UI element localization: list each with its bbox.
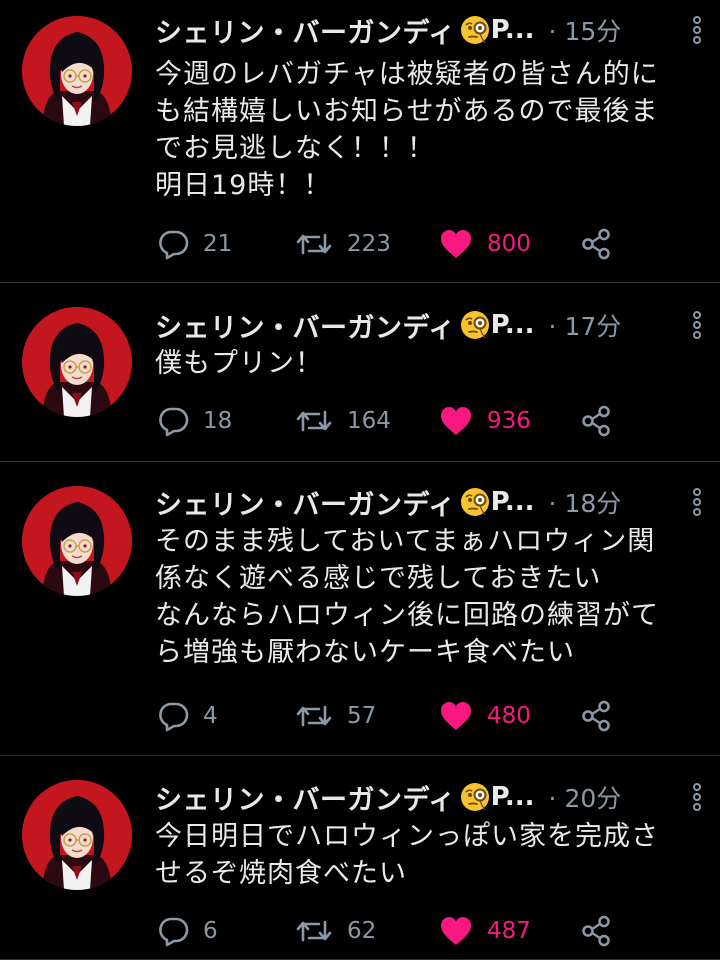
- heart-icon: [441, 702, 471, 730]
- retweet-count: 57: [347, 703, 377, 729]
- tweet-text-line: 明日19時！！: [155, 170, 332, 201]
- tweet[interactable]: シェリン・バーガンディ P... · 18分 そのまま残しておいてまぁハロウィン…: [0, 462, 720, 756]
- share-button[interactable]: [581, 224, 611, 264]
- share-icon: [582, 228, 610, 260]
- tweet-text-line: ら増強も厭わないケーキ食べたい: [155, 637, 575, 668]
- face-with-monocle-emoji: [460, 783, 489, 811]
- share-icon: [582, 405, 610, 437]
- reply-icon: [159, 230, 189, 260]
- reply-count: 21: [203, 231, 233, 257]
- display-name[interactable]: シェリン・バーガンディ: [155, 483, 456, 522]
- retweet-count: 62: [347, 918, 377, 944]
- action-bar: 6 62 487: [157, 911, 617, 951]
- retweet-button[interactable]: 57: [295, 696, 376, 736]
- more-options-icon[interactable]: [690, 781, 704, 813]
- retweet-button[interactable]: 164: [295, 401, 391, 441]
- reply-icon: [159, 407, 189, 437]
- retweet-icon: [296, 705, 332, 727]
- action-bar: 18 164 936: [157, 401, 617, 441]
- avatar[interactable]: [22, 486, 132, 596]
- tweet-text-line: 僕もプリン！: [155, 348, 323, 379]
- like-button[interactable]: 487: [439, 911, 531, 951]
- timestamp[interactable]: · 15分: [549, 12, 622, 48]
- avatar[interactable]: [22, 16, 132, 126]
- more-options-icon[interactable]: [690, 14, 704, 46]
- user-handle[interactable]: P...: [491, 487, 535, 517]
- reply-button[interactable]: 21: [157, 224, 232, 264]
- avatar[interactable]: [22, 307, 132, 417]
- user-handle[interactable]: P...: [491, 310, 535, 340]
- retweet-button[interactable]: 223: [295, 224, 391, 264]
- display-name[interactable]: シェリン・バーガンディ: [155, 11, 456, 50]
- avatar[interactable]: [22, 780, 132, 890]
- user-handle[interactable]: P...: [491, 782, 535, 812]
- reply-count: 18: [203, 408, 233, 434]
- share-button[interactable]: [581, 401, 611, 441]
- reply-button[interactable]: 6: [157, 911, 218, 951]
- tweet[interactable]: シェリン・バーガンディ P... · 20分 今日明日でハロウィンっぽい家を完成…: [0, 756, 720, 960]
- tweet-text: 今週のレバガチャは被疑者の皆さん的に も結構嬉しいお知らせがあるので最後ま でお…: [155, 56, 704, 204]
- like-button[interactable]: 480: [439, 696, 531, 736]
- tweet-text-line: 今週のレバガチャは被疑者の皆さん的に: [155, 59, 659, 90]
- reply-count: 4: [203, 703, 218, 729]
- like-count: 487: [487, 918, 531, 944]
- user-handle[interactable]: P...: [491, 15, 535, 45]
- like-button[interactable]: 936: [439, 401, 531, 441]
- face-with-monocle-emoji: [460, 488, 489, 516]
- timestamp[interactable]: · 18分: [549, 484, 622, 520]
- display-name[interactable]: シェリン・バーガンディ: [155, 778, 456, 817]
- action-bar: 21 223 800: [157, 224, 617, 264]
- face-with-monocle-emoji: [460, 16, 489, 44]
- retweet-count: 164: [347, 408, 391, 434]
- tweet-text-line: でお見逃しなく！！！: [155, 133, 435, 164]
- share-icon: [582, 700, 610, 732]
- retweet-icon: [296, 233, 332, 255]
- tweet[interactable]: シェリン・バーガンディ P... · 15分 今週のレバガチャは被疑者の皆さん的…: [0, 0, 720, 283]
- tweet-text-line: そのまま残しておいてまぁハロウィン関: [155, 526, 656, 557]
- heart-icon: [441, 230, 471, 258]
- retweet-count: 223: [347, 231, 391, 257]
- reply-count: 6: [203, 918, 218, 944]
- reply-button[interactable]: 4: [157, 696, 218, 736]
- heart-icon: [441, 917, 471, 945]
- share-button[interactable]: [581, 696, 611, 736]
- retweet-button[interactable]: 62: [295, 911, 376, 951]
- action-bar: 4 57 480: [157, 696, 617, 736]
- retweet-icon: [296, 410, 332, 432]
- tweet-text-line: 係なく遊べる感じで残しておきたい: [155, 563, 602, 594]
- tweet-text-line: 今日明日でハロウィンっぽい家を完成さ: [155, 821, 659, 852]
- like-count: 936: [487, 408, 531, 434]
- reply-icon: [159, 917, 189, 947]
- like-count: 480: [487, 703, 531, 729]
- timestamp[interactable]: · 17分: [549, 307, 622, 343]
- tweet[interactable]: シェリン・バーガンディ P... · 17分 僕もプリン！ 18 164 936: [0, 283, 720, 462]
- tweet-text-line: なんならハロウィン後に回路の練習がて: [155, 600, 659, 631]
- tweet-text-line: せるぞ焼肉食べたい: [155, 858, 407, 889]
- reply-icon: [159, 702, 189, 732]
- retweet-icon: [296, 920, 332, 942]
- like-button[interactable]: 800: [439, 224, 531, 264]
- tweet-text-line: も結構嬉しいお知らせがあるので最後ま: [155, 96, 659, 127]
- timestamp[interactable]: · 20分: [549, 779, 622, 815]
- more-options-icon[interactable]: [690, 486, 704, 518]
- share-icon: [582, 915, 610, 947]
- tweet-text: 今日明日でハロウィンっぽい家を完成さ せるぞ焼肉食べたい: [155, 818, 704, 892]
- display-name[interactable]: シェリン・バーガンディ: [155, 306, 456, 345]
- heart-icon: [441, 407, 471, 435]
- tweet-text: そのまま残しておいてまぁハロウィン関 係なく遊べる感じで残しておきたい なんなら…: [155, 523, 704, 671]
- tweet-text: 僕もプリン！: [155, 345, 704, 382]
- like-count: 800: [487, 231, 531, 257]
- more-options-icon[interactable]: [690, 309, 704, 341]
- share-button[interactable]: [581, 911, 611, 951]
- face-with-monocle-emoji: [460, 311, 489, 339]
- reply-button[interactable]: 18: [157, 401, 232, 441]
